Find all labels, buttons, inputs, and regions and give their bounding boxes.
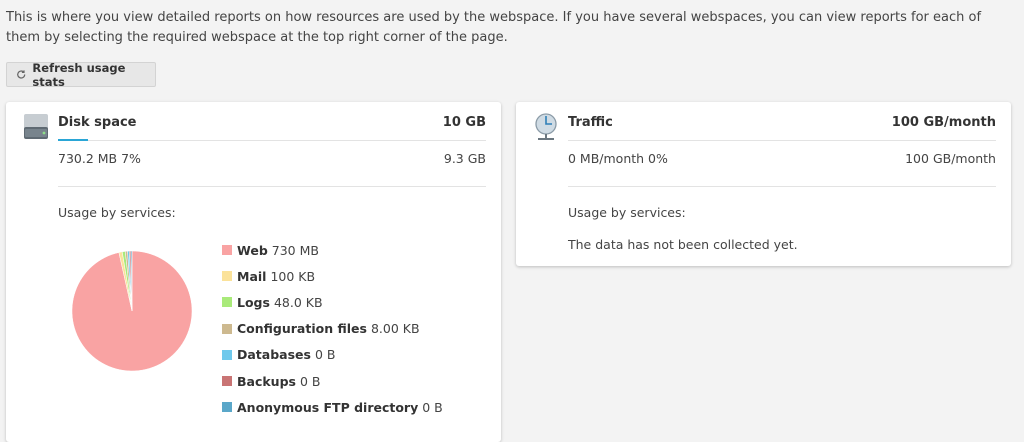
legend-value: 730 MB	[271, 242, 319, 258]
legend-label: Logs	[237, 294, 270, 310]
traffic-remaining-value: 100 GB/month	[905, 151, 996, 166]
disk-usage-legend: Web 730 MB Mail 100 KB Logs 48.0 KB Configurat…	[222, 237, 443, 420]
legend-swatch	[222, 376, 232, 387]
refresh-usage-stats-label: Refresh usage stats	[32, 60, 126, 89]
legend-swatch	[222, 323, 232, 334]
legend-value: 8.00 KB	[370, 321, 420, 337]
traffic-card: Traffic 100 GB/month 0 MB/month 0% 100 G…	[516, 102, 1011, 266]
legend-label: Mail	[237, 268, 267, 284]
legend-label: Backups	[237, 373, 296, 389]
disk-space-card: Disk space 10 GB 730.2 MB 7% 9.3 GB Usag…	[6, 102, 501, 442]
legend-value: 48.0 KB	[273, 294, 323, 310]
disk-usage-bar	[58, 139, 88, 141]
legend-value: 0 B	[314, 347, 336, 363]
traffic-services-label: Usage by services:	[568, 205, 686, 220]
page-description: This is where you view detailed reports …	[6, 10, 982, 45]
legend-label: Web	[237, 242, 268, 258]
traffic-title: Traffic	[568, 115, 613, 130]
legend-label: Databases	[237, 347, 311, 363]
legend-value: 100 KB	[270, 268, 316, 284]
legend-swatch	[222, 245, 232, 256]
disk-services-label: Usage by services:	[58, 205, 176, 220]
legend-value: 0 B	[422, 399, 443, 415]
disk-space-limit: 10 GB	[442, 115, 486, 130]
legend-swatch	[222, 297, 232, 308]
traffic-no-data-message: The data has not been collected yet.	[568, 237, 798, 252]
legend-label: Configuration files	[237, 321, 367, 337]
legend-value: 0 B	[299, 373, 321, 389]
legend-swatch	[222, 271, 232, 282]
legend-swatch	[222, 349, 232, 360]
legend-item-mail: Mail 100 KB	[222, 263, 443, 289]
legend-item-web: Web 730 MB	[222, 237, 443, 263]
traffic-used-value: 0 MB/month 0%	[568, 151, 668, 166]
disk-usage-pie-chart	[71, 250, 193, 372]
disk-remaining-value: 9.3 GB	[443, 151, 486, 166]
legend-item-logs: Logs 48.0 KB	[222, 289, 443, 315]
traffic-limit: 100 GB/month	[891, 115, 996, 130]
legend-item-backups: Backups 0 B	[222, 368, 443, 394]
refresh-icon	[17, 70, 26, 79]
refresh-usage-stats-button[interactable]: Refresh usage stats	[6, 60, 156, 89]
disk-used-value: 730.2 MB 7%	[58, 151, 141, 166]
legend-item-configuration-files: Configuration files 8.00 KB	[222, 316, 443, 342]
globe-network-icon	[535, 113, 557, 140]
legend-item-anonymous-ftp-directory: Anonymous FTP directory 0 B	[222, 394, 443, 420]
disk-space-title: Disk space	[58, 115, 137, 130]
legend-label: Anonymous FTP directory	[237, 399, 419, 415]
legend-swatch	[222, 402, 232, 413]
legend-item-databases: Databases 0 B	[222, 342, 443, 368]
hard-drive-icon	[24, 114, 48, 139]
